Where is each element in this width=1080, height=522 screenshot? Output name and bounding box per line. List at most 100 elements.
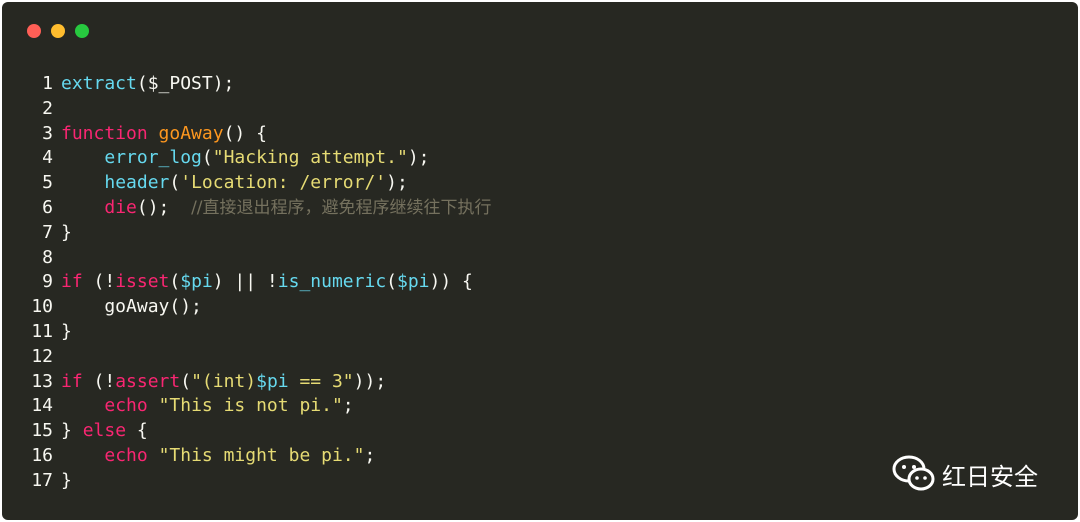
code-token: if [61,370,83,392]
code-token: } [61,221,72,243]
code-token: "This might be pi." [158,444,365,466]
code-token: { [126,420,148,442]
line-number: 7 [42,221,53,243]
code-token: (); [136,196,192,218]
code-token: ($_POST); [136,73,235,94]
code-token: } [61,469,72,491]
code-token: == 3" [288,370,354,392]
code-block: 1 extract($_POST); 2 3 function goAway() {4 … [28,72,492,494]
code-token: )); [353,370,387,392]
line-number: 14 [31,395,53,417]
code-line: 8 [28,246,492,271]
code-token: die [104,196,137,218]
line-content: error_log("Hacking attempt."); [61,146,430,171]
code-token: ); [407,147,430,169]
line-content: echo "This is not pi."; [61,394,353,419]
code-line: 11} [28,320,492,345]
code-window: 1 extract($_POST); 2 3 function goAway() {4 … [2,2,1078,520]
code-line: 9 if (!isset($pi) || !is_numeric($pi)) { [28,270,492,295]
code-token: header [104,172,170,194]
code-token: goAway(); [61,296,202,318]
line-number: 15 [31,420,53,442]
code-line: 12 [28,345,492,370]
code-line: 17} [28,469,492,494]
line-content: if (!isset($pi) || !is_numeric($pi)) { [61,270,473,295]
code-token: "Hacking attempt." [212,147,408,169]
line-number: 4 [42,147,53,169]
code-line: 2 [28,97,492,122]
code-token: extract [61,73,137,94]
code-token: ( [169,271,181,293]
line-number: 12 [31,345,53,367]
window-controls [27,24,89,38]
code-token: ( [201,147,213,169]
close-button[interactable] [27,24,41,38]
code-token: 'Location: /error/' [180,172,387,194]
code-token: () { [223,122,267,144]
code-token: "This is not pi." [158,395,343,417]
code-token: } [61,320,72,342]
line-content: function goAway() { [61,122,267,147]
code-line: 16 echo "This might be pi."; [28,444,492,469]
code-token: else [82,420,127,442]
code-token: $pi [397,271,430,293]
line-number: 1 [42,73,53,94]
line-content: die(); //直接退出程序，避免程序继续往下执行 [61,196,492,221]
line-content: } [61,320,72,345]
code-token: ) || ! [212,271,278,293]
code-token: isset [115,271,170,293]
line-content: header('Location: /error/'); [61,171,408,196]
code-token: //直接退出程序，避免程序继续往下执行 [191,197,492,218]
watermark: 红日安全 [892,454,1038,494]
code-line: 7} [28,221,492,246]
line-content: } [61,469,72,494]
code-token: ( [386,271,397,293]
line-number: 9 [42,271,53,293]
code-line: 10 goAway(); [28,295,492,320]
line-content: extract($_POST); [61,72,234,97]
code-line: 15} else { [28,419,492,444]
line-content: if (!assert("(int)$pi == 3")); [61,370,386,395]
code-token: is_numeric [277,271,387,293]
line-number: 8 [42,246,53,268]
code-token: ( [180,370,192,392]
line-number: 2 [42,97,53,119]
line-content: echo "This might be pi."; [61,444,375,469]
code-token: echo [104,395,148,417]
code-token: ); [386,172,408,194]
code-token: $pi [256,370,289,392]
code-line: 4 error_log("Hacking attempt."); [28,146,492,171]
code-token: goAway [158,122,224,144]
code-token: ; [364,444,376,466]
line-number: 3 [42,122,53,144]
code-token: } [61,420,83,442]
zoom-button[interactable] [75,24,89,38]
line-number: 11 [31,320,53,342]
code-token: "(int) [191,370,257,392]
code-token: ( [169,172,181,194]
line-number: 13 [31,370,53,392]
line-content: } else { [61,419,148,444]
minimize-button[interactable] [51,24,65,38]
line-number: 5 [42,172,53,194]
code-token: echo [104,444,148,466]
code-token: (! [82,370,116,392]
code-line: 5 header('Location: /error/'); [28,171,492,196]
code-token: (! [82,271,116,293]
code-line: 6 die(); //直接退出程序，避免程序继续往下执行 [28,196,492,221]
code-token: error_log [104,147,202,169]
line-number: 6 [42,196,53,218]
line-number: 10 [31,296,53,318]
line-number: 17 [31,469,53,491]
code-line: 1 extract($_POST); [28,72,492,97]
code-token: if [61,271,83,293]
line-content: goAway(); [61,295,202,320]
